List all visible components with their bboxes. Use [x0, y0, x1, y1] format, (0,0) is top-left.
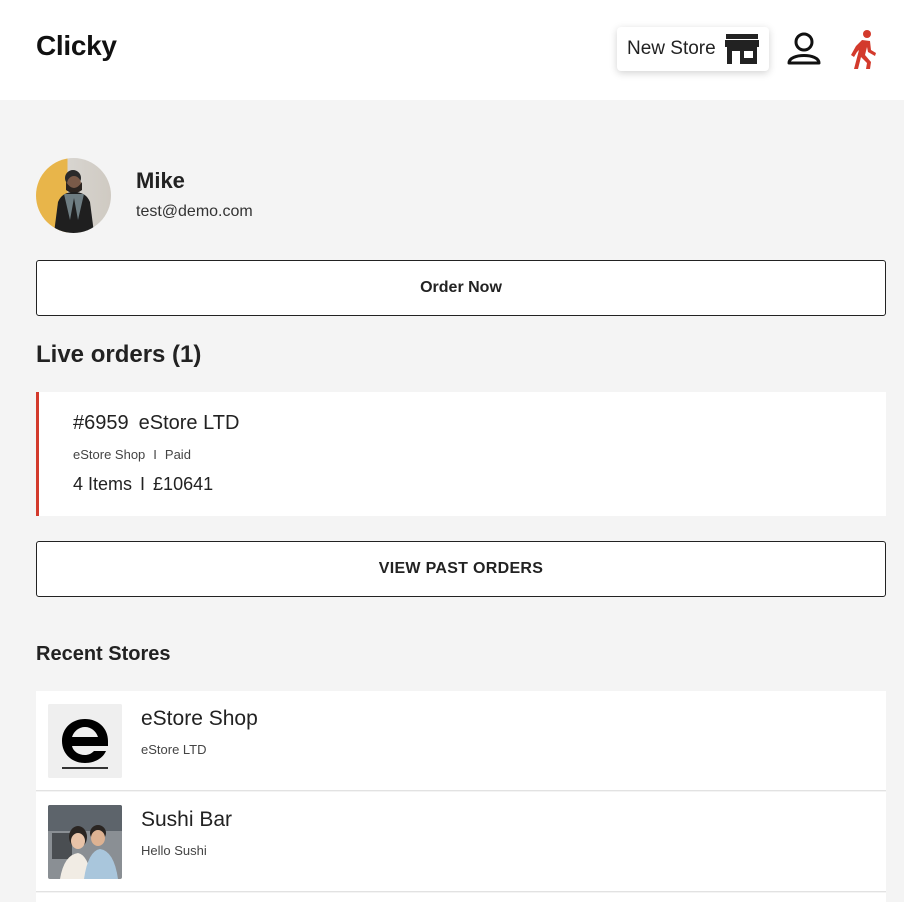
- order-meta: eStore Shop I Paid: [73, 447, 191, 462]
- profile-email: test@demo.com: [136, 203, 253, 220]
- profile-name: Mike: [136, 168, 185, 193]
- avatar: [36, 158, 111, 233]
- order-items: 4 Items: [73, 474, 133, 494]
- order-status: Paid: [164, 447, 191, 462]
- recent-stores-title: Recent Stores: [36, 643, 171, 665]
- order-now-button[interactable]: Order Now: [36, 260, 886, 316]
- view-past-orders-button[interactable]: VIEW PAST ORDERS: [36, 541, 886, 597]
- list-item[interactable]: Sushi Bar Hello Sushi: [36, 792, 886, 892]
- walking-person-icon[interactable]: [849, 29, 881, 76]
- order-summary: 4 Items I £10641: [73, 474, 213, 495]
- app-header: Clicky New Store: [0, 0, 904, 100]
- new-store-label: New Store: [627, 38, 716, 59]
- store-subtitle: eStore LTD: [141, 742, 207, 757]
- store-logo-estore: [48, 704, 122, 778]
- order-merchant: eStore LTD: [138, 412, 240, 434]
- order-store: eStore Shop: [73, 447, 146, 462]
- order-total: £10641: [153, 474, 214, 494]
- store-subtitle: Hello Sushi: [141, 843, 207, 858]
- list-item[interactable]: eStore Shop eStore LTD: [36, 691, 886, 791]
- new-store-button[interactable]: New Store: [617, 27, 769, 71]
- user-icon[interactable]: [786, 31, 822, 72]
- list-item[interactable]: [36, 893, 886, 902]
- separator: I: [153, 447, 157, 462]
- app-logo[interactable]: Clicky: [36, 30, 117, 62]
- store-name: eStore Shop: [141, 707, 258, 730]
- order-number: #6959: [73, 412, 129, 434]
- store-icon: [725, 34, 759, 69]
- order-heading: #6959 eStore LTD: [73, 412, 239, 435]
- live-order-card[interactable]: #6959 eStore LTD eStore Shop I Paid 4 Items…: [36, 392, 886, 516]
- store-name: Sushi Bar: [141, 808, 233, 831]
- store-photo-sushi-bar: [48, 805, 122, 879]
- separator: I: [140, 474, 146, 494]
- live-orders-title: Live orders (1): [36, 341, 202, 368]
